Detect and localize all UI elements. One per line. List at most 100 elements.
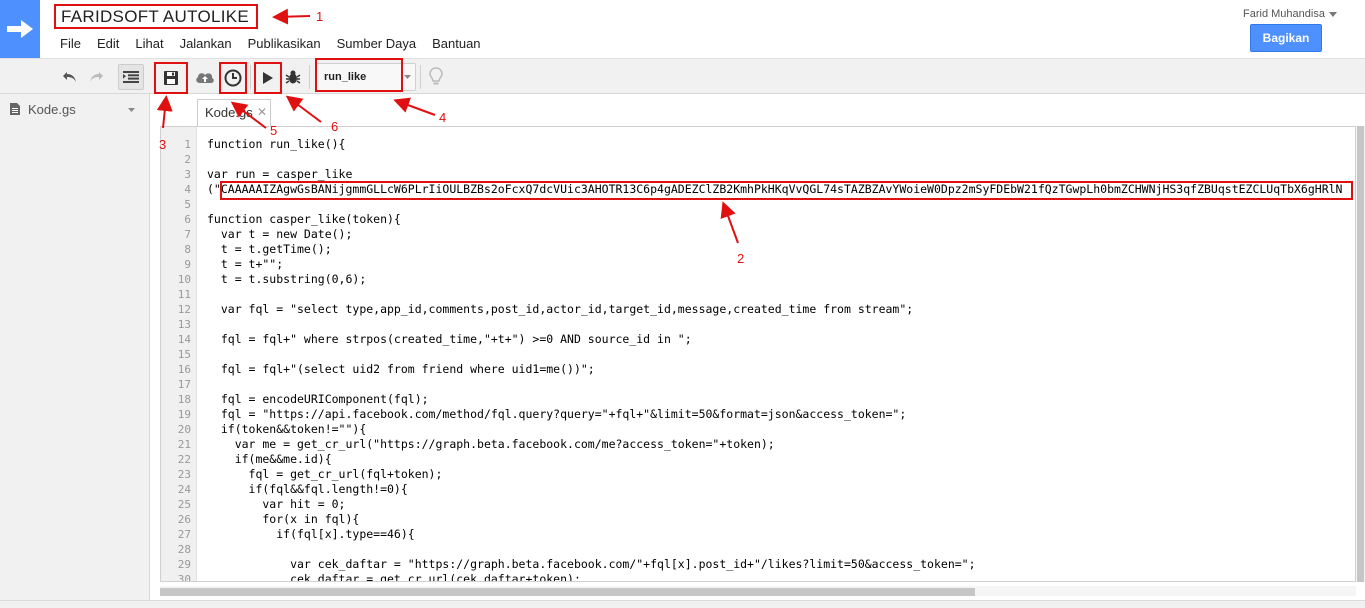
line-number: 28 <box>177 543 191 556</box>
project-title[interactable]: FARIDSOFT AUTOLIKE <box>54 4 258 29</box>
code-line: var run = casper_like <box>207 167 353 181</box>
save-button[interactable] <box>154 62 188 94</box>
code-line: fql = fql+"(select uid2 from friend wher… <box>207 362 595 376</box>
sidebar-file-item[interactable]: Kode.gs <box>0 98 149 120</box>
line-number: 29 <box>177 558 191 571</box>
menu-help[interactable]: Bantuan <box>432 35 480 53</box>
line-number: 18 <box>177 393 191 406</box>
caret-down-icon <box>404 75 411 79</box>
line-number: 20 <box>177 423 191 436</box>
save-icon <box>164 71 178 85</box>
toolbar-separator <box>420 65 421 89</box>
horizontal-scroll-thumb[interactable] <box>160 588 975 596</box>
menu-file[interactable]: File <box>60 35 81 53</box>
vertical-scroll-thumb[interactable] <box>1357 126 1364 582</box>
code-line: t = t+""; <box>207 257 284 271</box>
code-line: if(fql[x].type==46){ <box>207 527 415 541</box>
lightbulb-icon <box>429 67 443 85</box>
code-line: t = t.substring(0,6); <box>207 272 367 286</box>
line-number: 19 <box>177 408 191 421</box>
caret-down-icon <box>1328 11 1337 17</box>
undo-icon <box>63 72 76 82</box>
undo-button[interactable] <box>60 64 80 90</box>
line-number: 17 <box>177 378 191 391</box>
annotation-label-1: 1 <box>316 9 324 24</box>
share-button[interactable]: Bagikan <box>1250 24 1322 52</box>
line-number: 7 <box>184 228 191 241</box>
line-number: 15 <box>177 348 191 361</box>
line-number: 10 <box>177 273 191 286</box>
code-line: function run_like(){ <box>207 137 346 151</box>
account-menu[interactable]: Farid Muhandisa <box>1243 8 1337 20</box>
code-line: if(token&&token!=""){ <box>207 422 367 436</box>
code-line: fql = get_cr_url(fql+token); <box>207 467 443 481</box>
execution-hint-button[interactable] <box>425 64 447 90</box>
footer-bar <box>0 600 1365 608</box>
sidebar-file-name: Kode.gs <box>28 101 76 117</box>
debug-button[interactable] <box>283 64 303 90</box>
code-line: var t = new Date(); <box>207 227 353 241</box>
menu-view[interactable]: Lihat <box>135 35 163 53</box>
line-number: 9 <box>184 258 191 271</box>
indent-icon <box>123 71 139 83</box>
tab-label: Kode.gs <box>205 105 253 120</box>
menu-resources[interactable]: Sumber Daya <box>337 35 416 53</box>
run-button[interactable] <box>254 62 282 94</box>
horizontal-scrollbar[interactable] <box>160 586 1356 596</box>
tab-kode-gs[interactable]: Kode.gs ✕ <box>197 99 271 126</box>
access-token-highlight <box>220 181 1353 200</box>
toolbar-separator <box>309 65 310 89</box>
function-select-highlight <box>315 58 403 92</box>
arrow-6 <box>285 95 322 123</box>
menu-run[interactable]: Jalankan <box>180 35 232 53</box>
annotation-label-6: 6 <box>331 119 339 134</box>
caret-down-icon[interactable] <box>128 108 135 112</box>
arrow-1 <box>272 8 311 25</box>
code-line: t = t.getTime(); <box>207 242 332 256</box>
line-number: 13 <box>177 318 191 331</box>
line-number: 12 <box>177 303 191 316</box>
deploy-cloud-button[interactable] <box>193 64 217 90</box>
cloud-upload-icon <box>196 73 214 83</box>
code-line: if(me&&me.id){ <box>207 452 332 466</box>
line-number: 22 <box>177 453 191 466</box>
user-name: Farid Muhandisa <box>1243 8 1325 20</box>
arrow-4 <box>393 97 436 116</box>
code-line: cek_daftar = get_cr_url(cek_daftar+token… <box>207 572 581 582</box>
line-number: 30 <box>177 573 191 582</box>
code-line: fql = "https://api.facebook.com/method/f… <box>207 407 907 421</box>
line-number: 24 <box>177 483 191 496</box>
toolbar-separator <box>250 65 251 89</box>
annotation-label-4: 4 <box>439 110 447 125</box>
line-number: 8 <box>184 243 191 256</box>
close-icon[interactable]: ✕ <box>257 105 267 119</box>
apps-script-logo[interactable] <box>0 0 40 58</box>
line-number: 3 <box>184 168 191 181</box>
code-line: fql = fql+" where strpos(created_time,"+… <box>207 332 692 346</box>
triggers-button[interactable] <box>219 62 247 94</box>
redo-button[interactable] <box>86 64 106 90</box>
redo-icon <box>90 72 103 82</box>
code-line: for(x in fql){ <box>207 512 360 526</box>
line-number: 16 <box>177 363 191 376</box>
menu-bar: File Edit Lihat Jalankan Publikasikan Su… <box>60 35 497 53</box>
line-number-gutter: 1 2 3 4 5 6 7 8 9 10 11 12 13 14 15 16 17 18 19 20 21 22 23 24 2… <box>161 127 197 581</box>
file-icon <box>10 103 20 115</box>
menu-publish[interactable]: Publikasikan <box>248 35 321 53</box>
file-sidebar: Kode.gs <box>0 94 150 608</box>
code-line: var cek_daftar = "https://graph.beta.fac… <box>207 557 976 571</box>
menu-edit[interactable]: Edit <box>97 35 119 53</box>
line-number: 23 <box>177 468 191 481</box>
line-number: 6 <box>184 213 191 226</box>
line-number: 26 <box>177 513 191 526</box>
code-line: var me = get_cr_url("https://graph.beta.… <box>207 437 775 451</box>
line-number: 25 <box>177 498 191 511</box>
vertical-scrollbar[interactable] <box>1356 126 1365 582</box>
indent-button[interactable] <box>118 64 144 90</box>
clock-icon <box>224 69 242 87</box>
play-icon <box>263 72 273 84</box>
code-line: var fql = "select type,app_id,comments,p… <box>207 302 914 316</box>
bug-icon <box>285 70 301 84</box>
code-line: fql = encodeURIComponent(fql); <box>207 392 429 406</box>
script-editor-window: FARIDSOFT AUTOLIKE File Edit Lihat Jalan… <box>0 0 1365 608</box>
